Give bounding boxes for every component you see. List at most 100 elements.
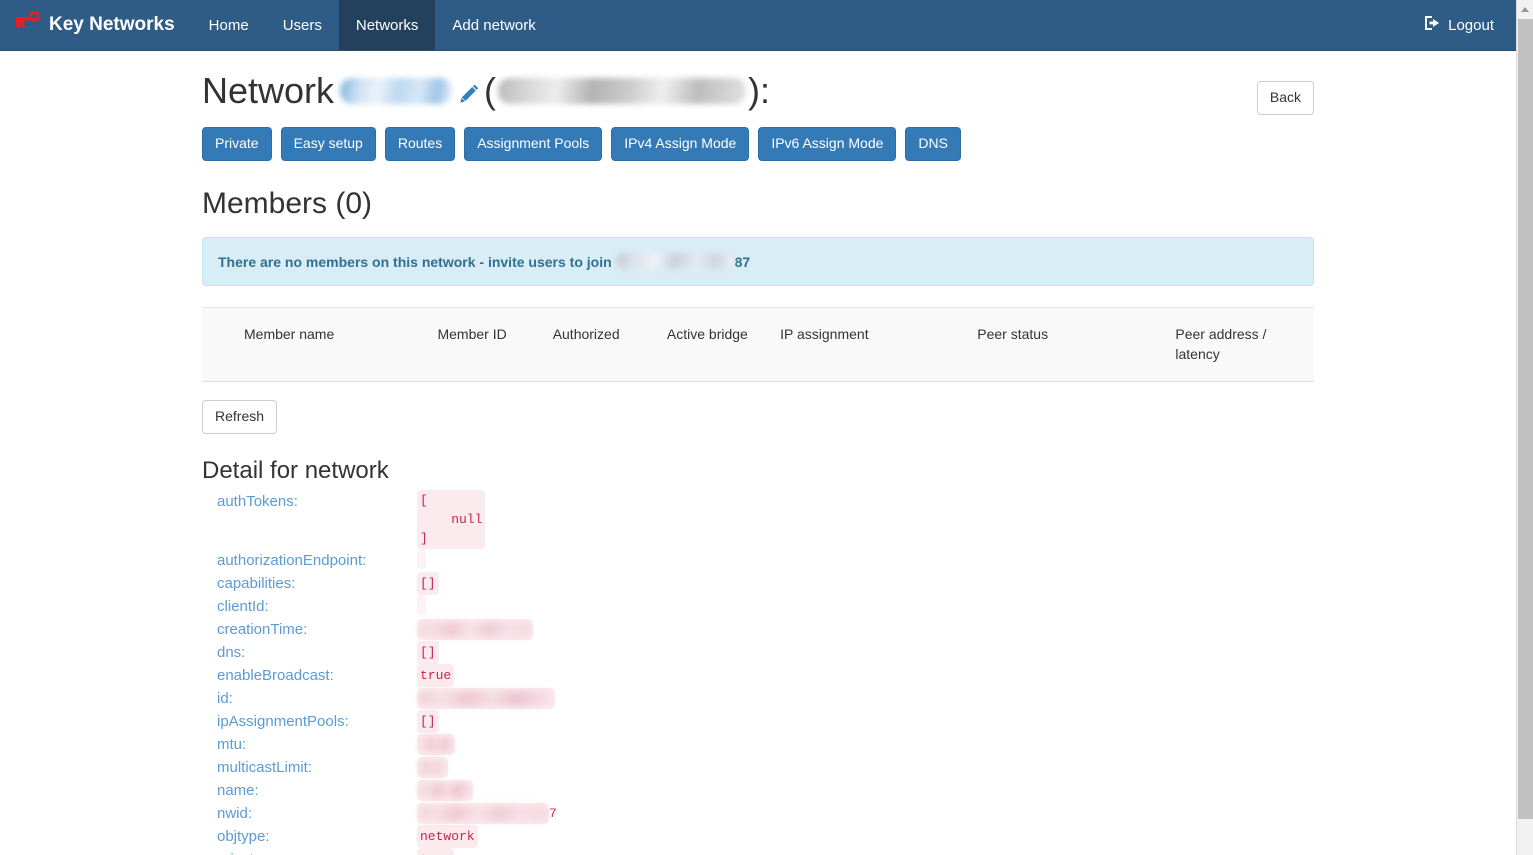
detail-value	[417, 733, 455, 756]
top-navbar: Key Networks Home Users Networks Add net…	[0, 0, 1516, 51]
redacted-value	[417, 734, 455, 755]
detail-value	[417, 756, 448, 779]
column-peer-status: Peer status	[969, 307, 1168, 382]
detail-row: nwid: 7	[217, 802, 1314, 825]
detail-value	[417, 548, 426, 569]
back-button[interactable]: Back	[1256, 81, 1314, 115]
nav-item-users-label: Users	[282, 16, 322, 34]
detail-row: private:true	[217, 847, 1314, 855]
detail-value: true	[417, 663, 455, 687]
detail-key: objtype:	[217, 827, 270, 845]
browser-viewport: Key Networks Home Users Networks Add net…	[0, 0, 1533, 855]
no-members-alert-suffix: 87	[734, 253, 751, 270]
redacted-value	[417, 803, 549, 824]
logout-label: Logout	[1448, 16, 1494, 34]
scrollbar-thumb[interactable]	[1518, 19, 1533, 819]
nav-item-add-network[interactable]: Add network	[435, 0, 552, 50]
detail-heading: Detail for network	[202, 456, 389, 484]
detail-row: dns: []	[217, 640, 1314, 664]
detail-key: name:	[217, 781, 259, 799]
detail-row: capabilities: []	[217, 571, 1314, 595]
detail-value: []	[417, 640, 439, 664]
detail-value: []	[417, 571, 439, 595]
network-detail-list: authTokens: [ null ] authorizationEndpoint…	[202, 489, 1314, 855]
column-peer-address-latency: Peer address / latency	[1167, 307, 1314, 382]
nav-links: Home Users Networks Add network	[192, 0, 553, 50]
detail-key: clientId:	[217, 597, 269, 615]
redacted-value	[417, 619, 533, 640]
column-member-name: Member name	[202, 307, 430, 382]
detail-value	[417, 779, 473, 802]
assignment-pools-button[interactable]: Assignment Pools	[464, 126, 603, 161]
page-content: Key Networks Home Users Networks Add net…	[0, 0, 1516, 855]
scrollbar-up-arrow-icon[interactable]	[1517, 0, 1533, 17]
nav-item-networks-label: Networks	[355, 16, 419, 34]
refresh-button[interactable]: Refresh	[202, 399, 278, 434]
detail-row: creationTime:	[217, 618, 1314, 641]
detail-row: name:	[217, 779, 1314, 802]
members-heading: Members (0)	[202, 186, 373, 220]
page-title-paren-close: ):	[748, 70, 771, 111]
detail-row: id:	[217, 687, 1314, 710]
no-members-alert-text: There are no members on this network - i…	[218, 253, 612, 270]
detail-value	[417, 687, 555, 710]
brand-label: Key Networks	[49, 14, 175, 35]
detail-key: private:	[217, 848, 417, 855]
members-table-head: Member name Member ID Authorized Active …	[202, 307, 1314, 382]
detail-key: nwid:	[217, 804, 253, 822]
brand-logo[interactable]: Key Networks	[0, 0, 192, 50]
detail-value-tail: 7	[549, 805, 557, 821]
pencil-icon[interactable]	[460, 71, 480, 111]
detail-value	[417, 618, 533, 641]
easy-setup-button[interactable]: Easy setup	[280, 126, 376, 161]
page-title: Network ( ):	[202, 71, 770, 111]
detail-row: mtu:	[217, 733, 1314, 756]
detail-key: enableBroadcast:	[217, 666, 334, 684]
sign-out-icon	[1424, 15, 1441, 35]
nav-item-users[interactable]: Users	[266, 0, 339, 50]
browser-scrollbar[interactable]	[1516, 0, 1533, 855]
navbar-right: Logout	[1424, 0, 1516, 50]
detail-key: multicastLimit:	[217, 758, 313, 776]
column-member-id: Member ID	[429, 307, 545, 382]
detail-row: multicastLimit:	[217, 756, 1314, 779]
detail-row: authorizationEndpoint:	[217, 548, 1314, 572]
redacted-value	[417, 688, 555, 709]
detail-key: mtu:	[217, 735, 247, 753]
network-name-redacted	[340, 77, 453, 104]
detail-value: [ null ]	[417, 489, 486, 549]
back-button-wrap: Back	[1256, 71, 1314, 115]
ipv4-assign-mode-button[interactable]: IPv4 Assign Mode	[611, 126, 750, 161]
dns-button[interactable]: DNS	[905, 126, 961, 161]
logout-button[interactable]: Logout	[1424, 15, 1494, 35]
nav-item-home-label: Home	[208, 16, 249, 34]
page-title-prefix: Network	[202, 70, 335, 111]
detail-key: capabilities:	[217, 574, 296, 592]
detail-key: authTokens:	[217, 492, 298, 510]
detail-value: 7	[417, 802, 557, 825]
routes-button[interactable]: Routes	[384, 126, 456, 161]
private-button[interactable]: Private	[202, 126, 272, 161]
members-table: Member name Member ID Authorized Active …	[202, 306, 1314, 382]
ipv6-assign-mode-button[interactable]: IPv6 Assign Mode	[758, 126, 897, 161]
detail-key: ipAssignmentPools:	[217, 712, 349, 730]
detail-value: network	[417, 824, 478, 848]
column-ip-assignment: IP assignment	[772, 307, 970, 382]
nav-item-home[interactable]: Home	[192, 0, 266, 50]
page-header: Network ( ): Back	[202, 51, 1314, 115]
detail-key: authorizationEndpoint:	[217, 551, 367, 569]
join-id-redacted	[615, 252, 734, 269]
refresh-button-wrap: Refresh	[202, 399, 1314, 434]
redacted-value	[417, 780, 473, 801]
detail-key: id:	[217, 689, 233, 707]
nav-item-add-network-label: Add network	[452, 16, 536, 34]
detail-key: dns:	[217, 643, 246, 661]
network-id-redacted	[498, 77, 747, 104]
column-authorized: Authorized	[544, 307, 659, 382]
detail-key: creationTime:	[217, 620, 308, 638]
detail-row: enableBroadcast: true	[217, 663, 1314, 687]
nav-item-networks[interactable]: Networks	[338, 0, 436, 50]
redacted-value	[417, 757, 448, 778]
detail-row: authTokens: [ null ]	[217, 489, 1314, 549]
page-title-paren-open: (	[484, 70, 497, 111]
